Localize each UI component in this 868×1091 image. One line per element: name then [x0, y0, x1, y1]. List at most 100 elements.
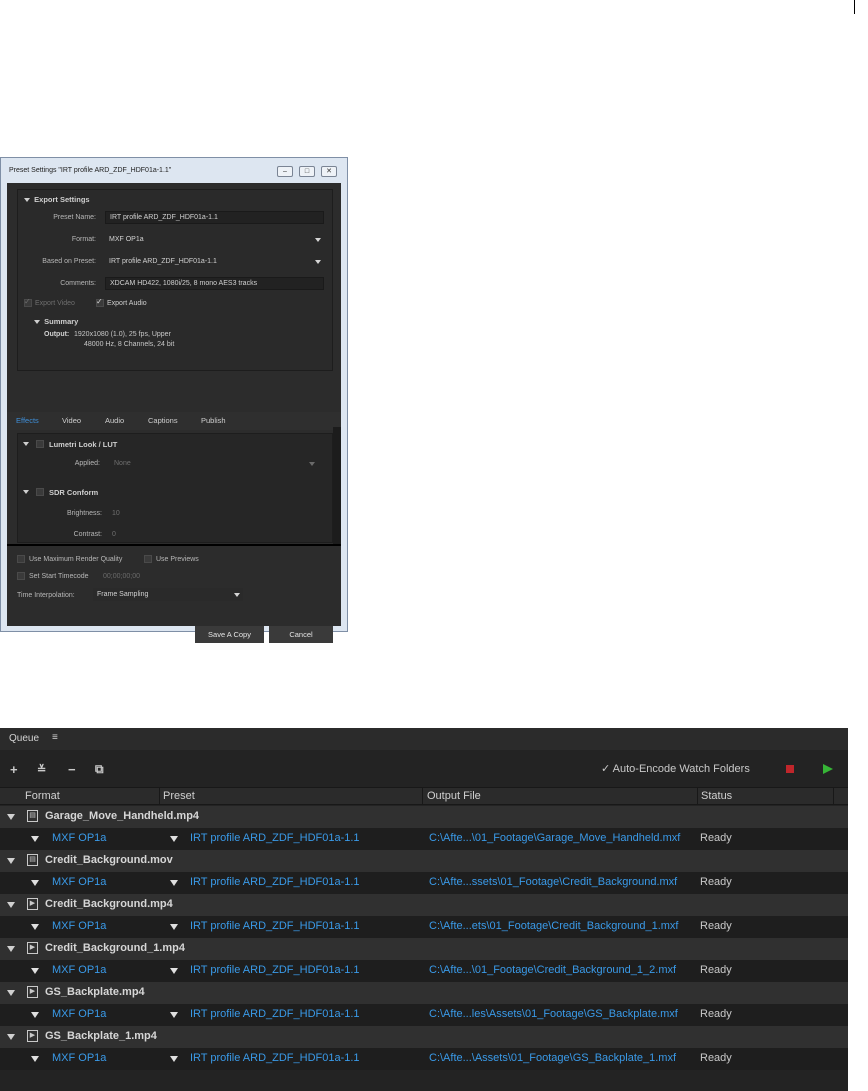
preset-link[interactable]: IRT profile ARD_ZDF_HDF01a-1.1 [190, 964, 360, 976]
output-row[interactable]: MXF OP1a IRT profile ARD_ZDF_HDF01a-1.1 C:… [0, 1048, 848, 1070]
format-link[interactable]: MXF OP1a [52, 1052, 106, 1064]
max-render-quality-checkbox[interactable] [17, 555, 25, 563]
format-dropdown-arrow-icon[interactable] [31, 1012, 39, 1018]
output-file-link[interactable]: C:\Afte...\01_Footage\Credit_Background_… [429, 964, 676, 976]
minimize-button[interactable]: – [277, 166, 293, 177]
column-divider[interactable] [833, 788, 834, 805]
source-row[interactable]: ▶ Credit_Background_1.mp4 [0, 938, 848, 960]
format-dropdown-arrow-icon[interactable] [31, 1056, 39, 1062]
expand-triangle-icon[interactable] [7, 1034, 15, 1040]
source-row[interactable]: ▤ Credit_Background.mov [0, 850, 848, 872]
format-dropdown-arrow-icon[interactable] [31, 880, 39, 886]
queue-title[interactable]: Queue [9, 733, 39, 744]
output-file-link[interactable]: C:\Afte...les\Assets\01_Footage\GS_Backp… [429, 1008, 678, 1020]
panel-menu-icon[interactable]: ≡ [52, 732, 58, 743]
preset-link[interactable]: IRT profile ARD_ZDF_HDF01a-1.1 [190, 876, 360, 888]
preset-name-field[interactable]: IRT profile ARD_ZDF_HDF01a-1.1 [105, 211, 324, 224]
comments-field[interactable]: XDCAM HD422, 1080i/25, 8 mono AES3 track… [105, 277, 324, 290]
effects-scrollbar[interactable] [333, 427, 341, 545]
column-preset[interactable]: Preset [163, 790, 195, 802]
duplicate-icon[interactable]: ⧉ [95, 762, 104, 777]
cancel-button[interactable]: Cancel [269, 626, 333, 643]
column-divider[interactable] [422, 788, 423, 805]
preset-link[interactable]: IRT profile ARD_ZDF_HDF01a-1.1 [190, 1052, 360, 1064]
based-on-preset-dropdown[interactable]: IRT profile ARD_ZDF_HDF01a-1.1 [105, 255, 324, 268]
save-a-copy-button[interactable]: Save A Copy [195, 626, 264, 643]
format-dropdown-arrow-icon[interactable] [31, 968, 39, 974]
tab-audio[interactable]: Audio [105, 416, 124, 425]
start-timecode-value[interactable]: 00;00;00;00 [103, 573, 140, 580]
applied-dropdown[interactable]: None [110, 457, 318, 470]
tab-publish[interactable]: Publish [201, 416, 226, 425]
preset-dropdown-arrow-icon[interactable] [170, 1056, 178, 1062]
column-divider[interactable] [697, 788, 698, 805]
output-row[interactable]: MXF OP1a IRT profile ARD_ZDF_HDF01a-1.1 C:… [0, 1004, 848, 1026]
preset-settings-icon[interactable]: ≚ [37, 763, 46, 776]
format-dropdown-arrow-icon[interactable] [31, 924, 39, 930]
start-timecode-checkbox[interactable] [17, 572, 25, 580]
sdr-conform-checkbox[interactable] [36, 488, 44, 496]
time-interpolation-label: Time Interpolation: [17, 592, 75, 599]
output-row[interactable]: MXF OP1a IRT profile ARD_ZDF_HDF01a-1.1 C:… [0, 872, 848, 894]
separator-line [7, 544, 341, 546]
expand-triangle-icon[interactable] [7, 946, 15, 952]
source-row[interactable]: ▶ GS_Backplate.mp4 [0, 982, 848, 1004]
effects-panel: Lumetri Look / LUT Applied: None SDR Con… [17, 433, 333, 543]
format-link[interactable]: MXF OP1a [52, 964, 106, 976]
source-row[interactable]: ▤ Garage_Move_Handheld.mp4 [0, 806, 848, 828]
tab-effects[interactable]: Effects [16, 416, 39, 425]
preset-dropdown-arrow-icon[interactable] [170, 924, 178, 930]
output-file-link[interactable]: C:\Afte...ets\01_Footage\Credit_Backgrou… [429, 920, 678, 932]
output-row[interactable]: MXF OP1a IRT profile ARD_ZDF_HDF01a-1.1 C:… [0, 828, 848, 850]
summary-header[interactable]: Summary [34, 317, 78, 326]
format-link[interactable]: MXF OP1a [52, 876, 106, 888]
preset-dropdown-arrow-icon[interactable] [170, 968, 178, 974]
format-dropdown[interactable]: MXF OP1a [105, 233, 324, 246]
add-source-icon[interactable]: + [10, 762, 18, 777]
tab-captions[interactable]: Captions [148, 416, 178, 425]
maximize-button[interactable]: □ [299, 166, 315, 177]
brightness-value[interactable]: 10 [112, 510, 120, 517]
output-row[interactable]: MXF OP1a IRT profile ARD_ZDF_HDF01a-1.1 C:… [0, 916, 848, 938]
preset-dropdown-arrow-icon[interactable] [170, 1012, 178, 1018]
remove-icon[interactable]: − [68, 762, 76, 777]
time-interpolation-dropdown[interactable]: Frame Sampling [93, 588, 243, 601]
dialog-titlebar[interactable]: Preset Settings "IRT profile ARD_ZDF_HDF… [1, 158, 347, 182]
preset-link[interactable]: IRT profile ARD_ZDF_HDF01a-1.1 [190, 1008, 360, 1020]
source-row[interactable]: ▶ Credit_Background.mp4 [0, 894, 848, 916]
preset-link[interactable]: IRT profile ARD_ZDF_HDF01a-1.1 [190, 832, 360, 844]
preset-link[interactable]: IRT profile ARD_ZDF_HDF01a-1.1 [190, 920, 360, 932]
expand-triangle-icon[interactable] [7, 858, 15, 864]
column-format[interactable]: Format [25, 790, 60, 802]
preset-dropdown-arrow-icon[interactable] [170, 880, 178, 886]
output-file-link[interactable]: C:\Afte...ssets\01_Footage\Credit_Backgr… [429, 876, 677, 888]
column-status[interactable]: Status [701, 790, 732, 802]
lumetri-checkbox[interactable] [36, 440, 44, 448]
stop-queue-icon[interactable] [786, 765, 794, 773]
column-output-file[interactable]: Output File [427, 790, 481, 802]
film-file-icon: ▤ [27, 810, 38, 822]
brightness-label: Brightness: [66, 510, 102, 517]
format-link[interactable]: MXF OP1a [52, 832, 106, 844]
export-settings-header[interactable]: Export Settings [24, 195, 90, 204]
auto-encode-toggle[interactable]: ✓ Auto-Encode Watch Folders [601, 762, 750, 775]
start-queue-icon[interactable] [823, 764, 833, 774]
format-link[interactable]: MXF OP1a [52, 1008, 106, 1020]
format-link[interactable]: MXF OP1a [52, 920, 106, 932]
format-dropdown-arrow-icon[interactable] [31, 836, 39, 842]
collapse-triangle-icon[interactable] [23, 490, 29, 494]
use-previews-checkbox[interactable] [144, 555, 152, 563]
source-row[interactable]: ▶ GS_Backplate_1.mp4 [0, 1026, 848, 1048]
close-button[interactable]: ✕ [321, 166, 337, 177]
expand-triangle-icon[interactable] [7, 814, 15, 820]
contrast-value[interactable]: 0 [112, 531, 116, 538]
output-row[interactable]: MXF OP1a IRT profile ARD_ZDF_HDF01a-1.1 C:… [0, 960, 848, 982]
collapse-triangle-icon[interactable] [23, 442, 29, 446]
expand-triangle-icon[interactable] [7, 990, 15, 996]
preset-dropdown-arrow-icon[interactable] [170, 836, 178, 842]
tab-video[interactable]: Video [62, 416, 81, 425]
column-divider[interactable] [159, 788, 160, 805]
output-file-link[interactable]: C:\Afte...\01_Footage\Garage_Move_Handhe… [429, 832, 680, 844]
expand-triangle-icon[interactable] [7, 902, 15, 908]
output-file-link[interactable]: C:\Afte...\Assets\01_Footage\GS_Backplat… [429, 1052, 676, 1064]
